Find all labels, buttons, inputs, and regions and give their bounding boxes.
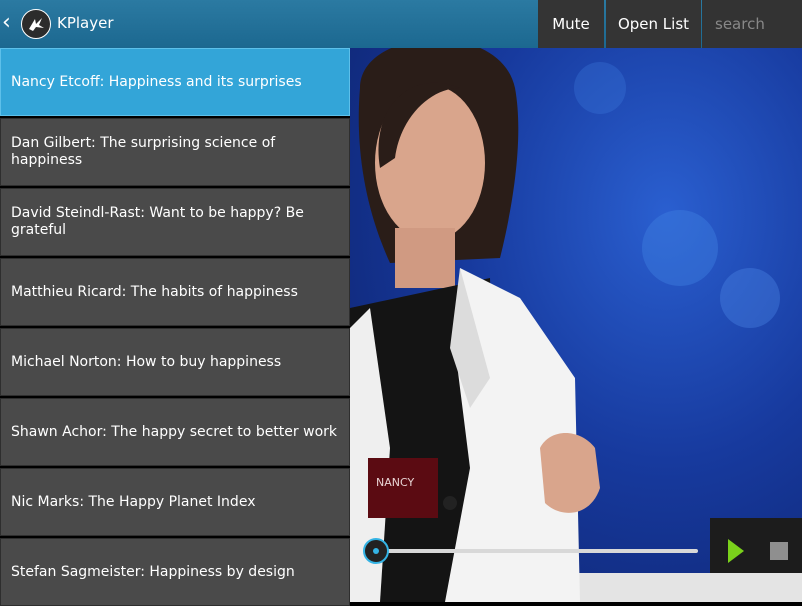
stop-icon[interactable] bbox=[770, 542, 788, 560]
video-frame[interactable]: NANCY bbox=[350, 48, 802, 602]
playlist-item[interactable]: Stefan Sagmeister: Happiness by design bbox=[0, 538, 350, 606]
play-icon[interactable] bbox=[728, 539, 744, 563]
chevron-left-icon[interactable]: ‹ bbox=[2, 12, 11, 34]
app-title: KPlayer bbox=[57, 14, 114, 32]
name-badge-text: NANCY bbox=[376, 476, 415, 489]
mute-button[interactable]: Mute bbox=[538, 0, 604, 48]
seek-bar[interactable] bbox=[378, 549, 698, 553]
playlist-item[interactable]: David Steindl-Rast: Want to be happy? Be… bbox=[0, 188, 350, 256]
playlist-item[interactable]: Dan Gilbert: The surprising science of h… bbox=[0, 118, 350, 186]
kivy-logo-icon bbox=[21, 9, 51, 39]
playlist-item[interactable]: Nancy Etcoff: Happiness and its surprise… bbox=[0, 48, 350, 116]
seek-handle[interactable] bbox=[363, 538, 389, 564]
playlist-item[interactable]: Michael Norton: How to buy happiness bbox=[0, 328, 350, 396]
playlist: Nancy Etcoff: Happiness and its surprise… bbox=[0, 48, 352, 606]
speaker-video-image bbox=[350, 48, 802, 602]
open-list-button[interactable]: Open List bbox=[606, 0, 701, 48]
playlist-item[interactable]: Shawn Achor: The happy secret to better … bbox=[0, 398, 350, 466]
top-bar: ‹ KPlayer Mute Open List bbox=[0, 0, 802, 48]
playlist-item[interactable]: Nic Marks: The Happy Planet Index bbox=[0, 468, 350, 536]
playlist-item[interactable]: Matthieu Ricard: The habits of happiness bbox=[0, 258, 350, 326]
search-input[interactable] bbox=[702, 0, 802, 48]
